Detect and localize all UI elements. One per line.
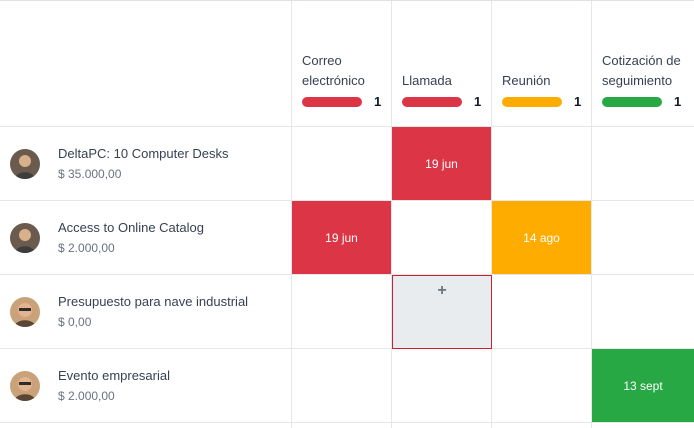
- activity-date: 14 ago: [523, 230, 560, 245]
- avatar: [10, 148, 40, 179]
- footer-spacer: [592, 423, 694, 428]
- progress-bar[interactable]: [402, 96, 462, 107]
- activity-cell[interactable]: [492, 349, 592, 423]
- count-badge: 1: [374, 94, 382, 109]
- footer-spacer: [392, 423, 492, 428]
- record-row-1[interactable]: DeltaPC: 10 Computer Desks $ 35.000,00: [0, 127, 292, 201]
- record-name: Access to Online Catalog: [58, 219, 204, 235]
- activity-cell[interactable]: [492, 127, 592, 201]
- record-name: DeltaPC: 10 Computer Desks: [58, 145, 229, 161]
- record-amount: $ 2.000,00: [58, 240, 115, 255]
- avatar: [10, 222, 40, 253]
- avatar: [10, 296, 40, 327]
- plus-icon[interactable]: +: [437, 282, 446, 300]
- count-badge: 1: [474, 94, 482, 109]
- count-badge: 1: [574, 94, 582, 109]
- footer-spacer: [0, 423, 292, 428]
- record-amount: $ 35.000,00: [58, 166, 122, 181]
- activity-cell-scheduled[interactable]: 14 ago: [492, 201, 592, 275]
- activity-cell[interactable]: [592, 201, 694, 275]
- activity-grid: Correo electrónico 1 Llamada 1 Reunión 1…: [0, 0, 694, 428]
- column-header-email[interactable]: Correo electrónico 1: [292, 1, 392, 127]
- column-title: Correo electrónico: [302, 53, 365, 88]
- activity-date: 13 sept: [623, 378, 663, 393]
- column-title: Cotización de seguimiento: [602, 53, 681, 88]
- activity-cell[interactable]: [592, 127, 694, 201]
- activity-cell-scheduled[interactable]: 19 jun: [392, 127, 492, 201]
- footer-spacer: [492, 423, 592, 428]
- record-name: Evento empresarial: [58, 367, 170, 383]
- record-amount: $ 2.000,00: [58, 388, 115, 403]
- column-header-call[interactable]: Llamada 1: [392, 1, 492, 127]
- activity-cell[interactable]: [392, 201, 492, 275]
- column-header-meeting[interactable]: Reunión 1: [492, 1, 592, 127]
- column-title: Reunión: [502, 73, 551, 88]
- count-badge: 1: [674, 94, 682, 109]
- activity-cell[interactable]: [292, 349, 392, 423]
- activity-cell-scheduled[interactable]: 13 sept: [592, 349, 694, 423]
- record-amount: $ 0,00: [58, 314, 92, 329]
- column-header-followup-quote[interactable]: Cotización de seguimiento 1: [592, 1, 694, 127]
- activity-cell[interactable]: [292, 275, 392, 349]
- activity-cell-scheduled[interactable]: 19 jun: [292, 201, 392, 275]
- header-corner: [0, 1, 292, 127]
- activity-cell[interactable]: [292, 127, 392, 201]
- activity-cell[interactable]: [592, 275, 694, 349]
- record-name: Presupuesto para nave industrial: [58, 293, 249, 309]
- record-row-3[interactable]: Presupuesto para nave industrial $ 0,00: [0, 275, 292, 349]
- record-row-4[interactable]: Evento empresarial $ 2.000,00: [0, 349, 292, 423]
- activity-cell[interactable]: [392, 349, 492, 423]
- avatar: [10, 370, 40, 401]
- progress-bar[interactable]: [502, 96, 562, 107]
- activity-date: 19 jun: [325, 230, 358, 245]
- progress-bar[interactable]: [302, 96, 362, 107]
- record-row-2[interactable]: Access to Online Catalog $ 2.000,00: [0, 201, 292, 275]
- footer-spacer: [292, 423, 392, 428]
- add-activity-cell[interactable]: +: [392, 275, 492, 349]
- activity-cell[interactable]: [492, 275, 592, 349]
- activity-date: 19 jun: [425, 156, 458, 171]
- column-title: Llamada: [402, 73, 452, 88]
- progress-bar[interactable]: [602, 96, 662, 107]
